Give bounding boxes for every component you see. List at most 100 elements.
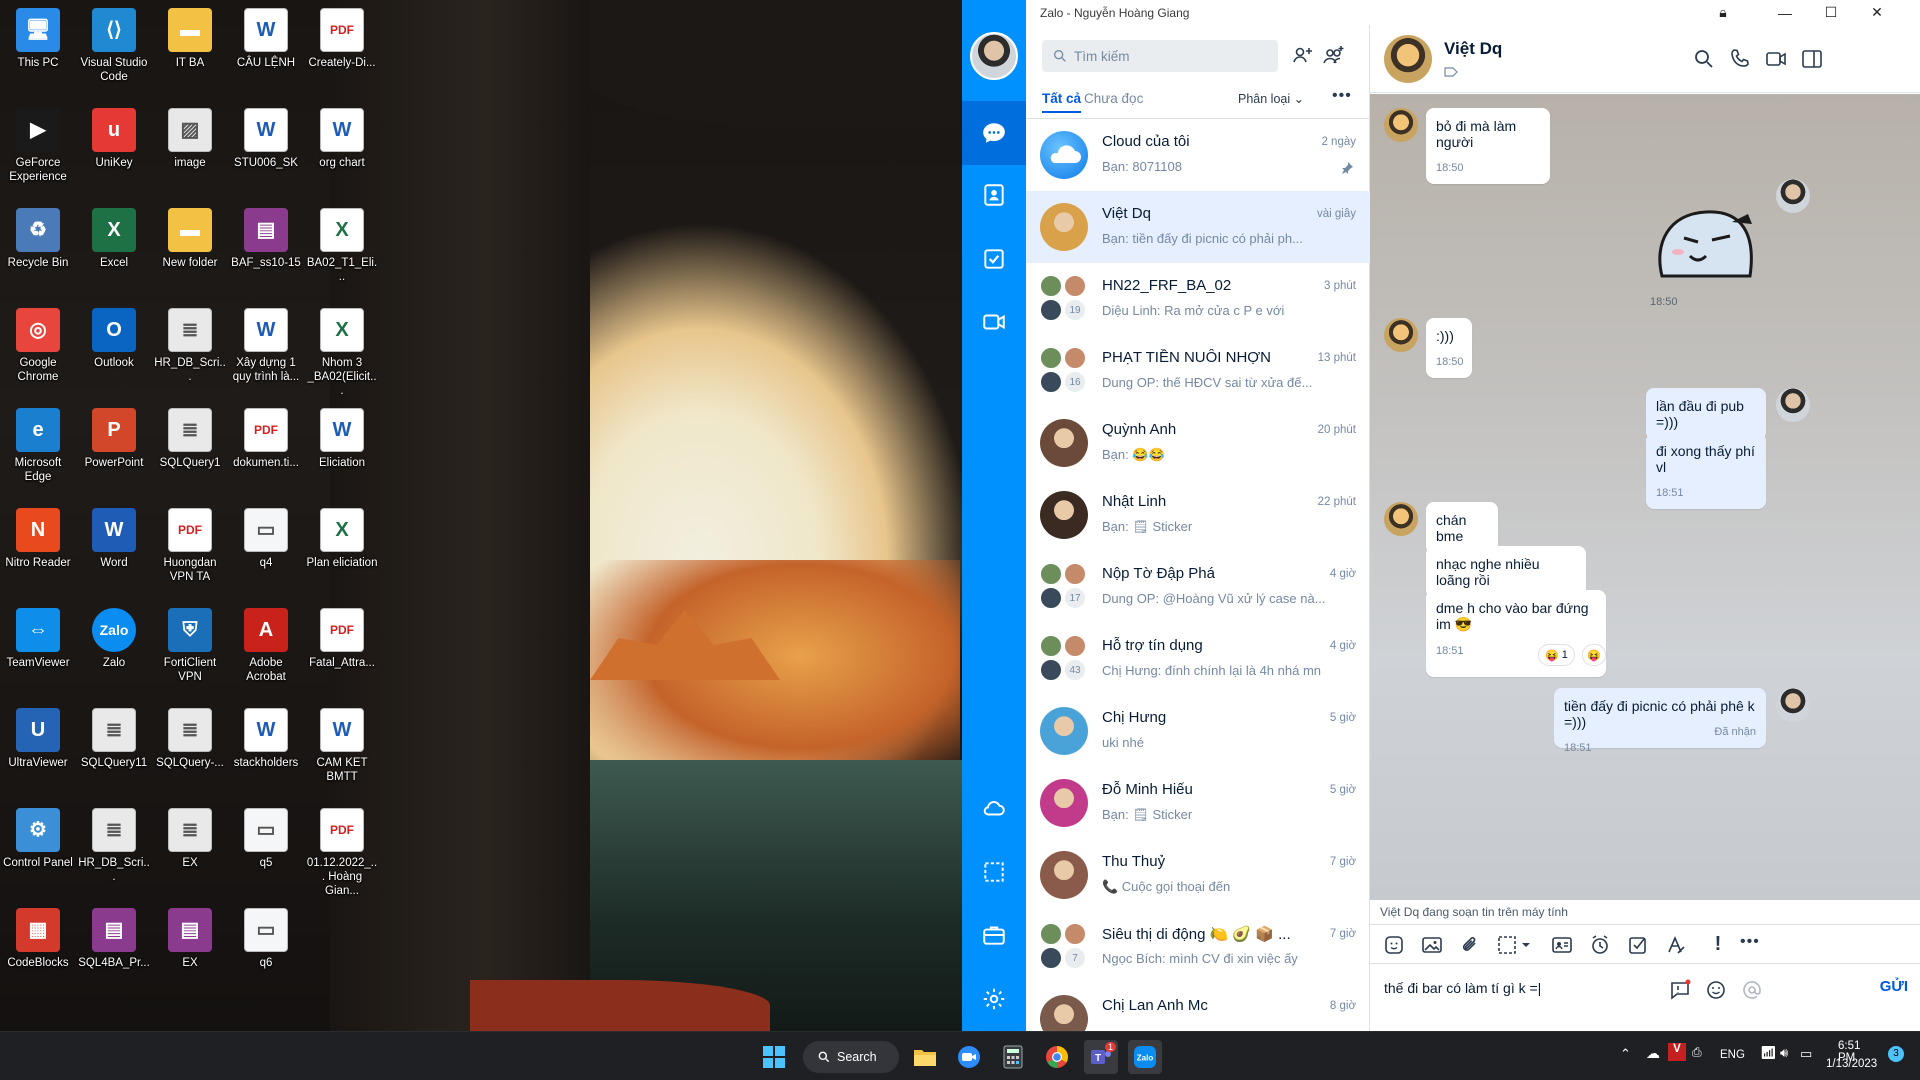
desktop-icon[interactable]: PDF Huongdan VPN TA xyxy=(152,500,228,584)
desktop-icon[interactable]: W Xây dựng 1 quy trình là... xyxy=(228,300,304,384)
desktop-icon[interactable]: W STU006_SK xyxy=(228,100,304,170)
desktop-icon[interactable]: ≣ HR_DB_Scri... xyxy=(152,300,228,384)
desktop-icon[interactable]: 🖥 This PC xyxy=(0,0,76,70)
more-options-icon[interactable]: ••• xyxy=(1740,933,1764,957)
reaction-summary[interactable]: 😝 1 xyxy=(1538,644,1575,666)
conversation-item[interactable]: Chị Hưng 5 giờ uki nhé xyxy=(1026,695,1370,767)
phone-call-icon[interactable] xyxy=(1728,47,1752,71)
desktop-icon[interactable]: ≣ SQLQuery1 xyxy=(152,400,228,470)
conversation-item[interactable]: 43 Hỗ trợ tín dụng 4 giờ Chị Hưng: đính chí… xyxy=(1026,623,1370,695)
desktop-icon[interactable]: ▭ q6 xyxy=(228,900,304,970)
taskbar-zalo[interactable]: Zalo xyxy=(1128,1040,1162,1074)
language-indicator[interactable]: ENG xyxy=(1720,1049,1745,1061)
desktop-icon[interactable]: ▤ SQL4BA_Pr... xyxy=(76,900,152,970)
create-group-icon[interactable] xyxy=(1322,43,1346,67)
conversation-item[interactable]: Việt Dq vài giây Bạn: tiền đấy đi picnic c… xyxy=(1026,191,1370,263)
lock-button[interactable]: 🔒︎ xyxy=(1700,0,1746,25)
conversation-item[interactable]: Nhật Linh 22 phút Bạn: 🗒 Sticker xyxy=(1026,479,1370,551)
desktop-icon[interactable]: ▤ BAF_ss10-15 xyxy=(228,200,304,270)
screenshot-icon[interactable] xyxy=(1496,933,1536,957)
desktop-icon[interactable]: W CAM KET BMTT xyxy=(304,700,380,784)
desktop-icon[interactable]: u UniKey xyxy=(76,100,152,170)
nav-cloud[interactable] xyxy=(962,776,1026,840)
nav-toolbox[interactable] xyxy=(962,903,1026,967)
desktop-icon[interactable]: ⛨ FortiClient VPN xyxy=(152,600,228,684)
desktop-icon[interactable]: Wstackholders xyxy=(228,700,304,770)
add-reaction-button[interactable]: 😝 xyxy=(1582,644,1606,666)
conversation-item[interactable]: 7 Siêu thị di động 🍋 🥑 📦 ... 7 giờ Ngọc Bíc… xyxy=(1026,911,1370,983)
classify-dropdown[interactable]: Phân loại ⌄ xyxy=(1238,91,1304,106)
sidebar-toggle-icon[interactable] xyxy=(1800,47,1824,71)
sender-avatar[interactable] xyxy=(1384,502,1418,536)
tag-icon[interactable] xyxy=(1444,67,1458,77)
sticker-image[interactable] xyxy=(1650,204,1762,284)
desktop-icon[interactable]: W Eliciation xyxy=(304,400,380,470)
desktop-icon[interactable]: ♻ Recycle Bin xyxy=(0,200,76,270)
conversation-item[interactable]: Đỗ Minh Hiếu 5 giờ Bạn: 🗒 Sticker xyxy=(1026,767,1370,839)
sender-avatar[interactable] xyxy=(1384,108,1418,142)
chat-contact-name[interactable]: Việt Dq xyxy=(1444,39,1502,59)
desktop-icon[interactable]: ▶ GeForce Experience xyxy=(0,100,76,184)
text-format-icon[interactable] xyxy=(1664,933,1688,957)
desktop-icon[interactable]: O Outlook xyxy=(76,300,152,370)
desktop-icon[interactable]: ▤ EX xyxy=(152,900,228,970)
desktop-icon[interactable]: Worg chart xyxy=(304,100,380,170)
conversation-item[interactable]: Quỳnh Anh 20 phút Bạn: 😂😂 xyxy=(1026,407,1370,479)
desktop-icon[interactable]: X Nhom 3 _BA02(Elicit... xyxy=(304,300,380,398)
onedrive-icon[interactable]: ☁ xyxy=(1646,1045,1660,1062)
desktop-icon[interactable]: ≣ HR_DB_Scri... xyxy=(76,800,152,884)
desktop-icon[interactable]: X Plan eliciation xyxy=(304,500,380,570)
message-bubble[interactable]: :))) 18:50 xyxy=(1426,318,1472,378)
nav-todo[interactable] xyxy=(962,227,1026,291)
desktop-icon[interactable]: ◎ Google Chrome xyxy=(0,300,76,384)
urgent-icon[interactable]: ! xyxy=(1706,933,1730,957)
desktop-icon[interactable]: ▦ CodeBlocks xyxy=(0,900,76,970)
desktop-icon[interactable]: PDF dokumen.ti... xyxy=(228,400,304,470)
desktop-icon[interactable]: W CÂU LỆNH xyxy=(228,0,304,70)
desktop-icon[interactable]: P PowerPoint xyxy=(76,400,152,470)
message-bubble[interactable]: đi xong thấy phí vl 18:51 xyxy=(1646,433,1766,509)
desktop-icon[interactable]: PDF Creately-Di... xyxy=(304,0,380,70)
desktop-icon[interactable]: ▭ q4 xyxy=(228,500,304,570)
conversation-item[interactable]: 16 PHẠT TIỀN NUÔI NHỢN 13 phút Dung OP: thế… xyxy=(1026,335,1370,407)
nav-contacts[interactable] xyxy=(962,163,1026,227)
conversation-item[interactable]: 19 HN22_FRF_BA_02 3 phút Diệu Linh: Ra mở c… xyxy=(1026,263,1370,335)
desktop-icon[interactable]: N Nitro Reader xyxy=(0,500,76,570)
maximize-button[interactable]: ☐ xyxy=(1808,0,1854,25)
volume-icon[interactable]: 🔊︎ xyxy=(1780,1045,1788,1061)
desktop-icon[interactable]: ▭ q5 xyxy=(228,800,304,870)
start-button[interactable] xyxy=(757,1040,791,1074)
desktop-icon[interactable]: U UltraViewer xyxy=(0,700,76,770)
add-friend-icon[interactable] xyxy=(1290,43,1314,67)
sticker-icon[interactable] xyxy=(1382,933,1406,957)
desktop-icon[interactable]: ⟨⟩ Visual Studio Code xyxy=(76,0,152,84)
tab-unread[interactable]: Chưa đọc xyxy=(1084,91,1143,106)
taskbar-chrome[interactable] xyxy=(1040,1040,1074,1074)
emoji-icon[interactable] xyxy=(1704,978,1728,1002)
minimize-button[interactable]: — xyxy=(1762,0,1808,25)
nav-settings[interactable] xyxy=(962,967,1026,1031)
mention-icon[interactable] xyxy=(1740,978,1764,1002)
battery-icon[interactable]: ▭ xyxy=(1800,1046,1812,1062)
attachment-icon[interactable] xyxy=(1458,933,1482,957)
desktop-icon[interactable]: e Microsoft Edge xyxy=(0,400,76,484)
desktop-icon[interactable]: ⇔ TeamViewer xyxy=(0,600,76,670)
message-input[interactable]: thế đi bar có làm tí gì k =| xyxy=(1384,980,1541,996)
contact-card-icon[interactable] xyxy=(1550,933,1574,957)
vietkey-icon[interactable]: V xyxy=(1668,1043,1686,1061)
desktop-icon[interactable]: ▬ IT BA xyxy=(152,0,228,70)
desktop-icon[interactable]: ≣ SQLQuery-... xyxy=(152,700,228,770)
send-button[interactable]: GỬI xyxy=(1880,978,1908,995)
printer-icon[interactable]: ⎙ xyxy=(1692,1045,1702,1060)
taskbar-search[interactable]: Search xyxy=(803,1041,899,1073)
taskbar-file-explorer[interactable] xyxy=(908,1040,942,1074)
conversation-item[interactable]: Thu Thuỷ 7 giờ 📞 Cuộc gọi thoại đến xyxy=(1026,839,1370,911)
my-avatar[interactable] xyxy=(970,32,1018,80)
show-hidden-icons[interactable]: ⌃ xyxy=(1620,1046,1631,1062)
quick-reply-icon[interactable] xyxy=(1668,978,1692,1002)
nav-messages[interactable] xyxy=(962,101,1026,165)
desktop-icon[interactable]: PDF Fatal_Attra... xyxy=(304,600,380,670)
desktop-icon[interactable]: A Adobe Acrobat xyxy=(228,600,304,684)
sender-avatar[interactable] xyxy=(1384,318,1418,352)
desktop-icon[interactable]: X BA02_T1_Eli... xyxy=(304,200,380,284)
